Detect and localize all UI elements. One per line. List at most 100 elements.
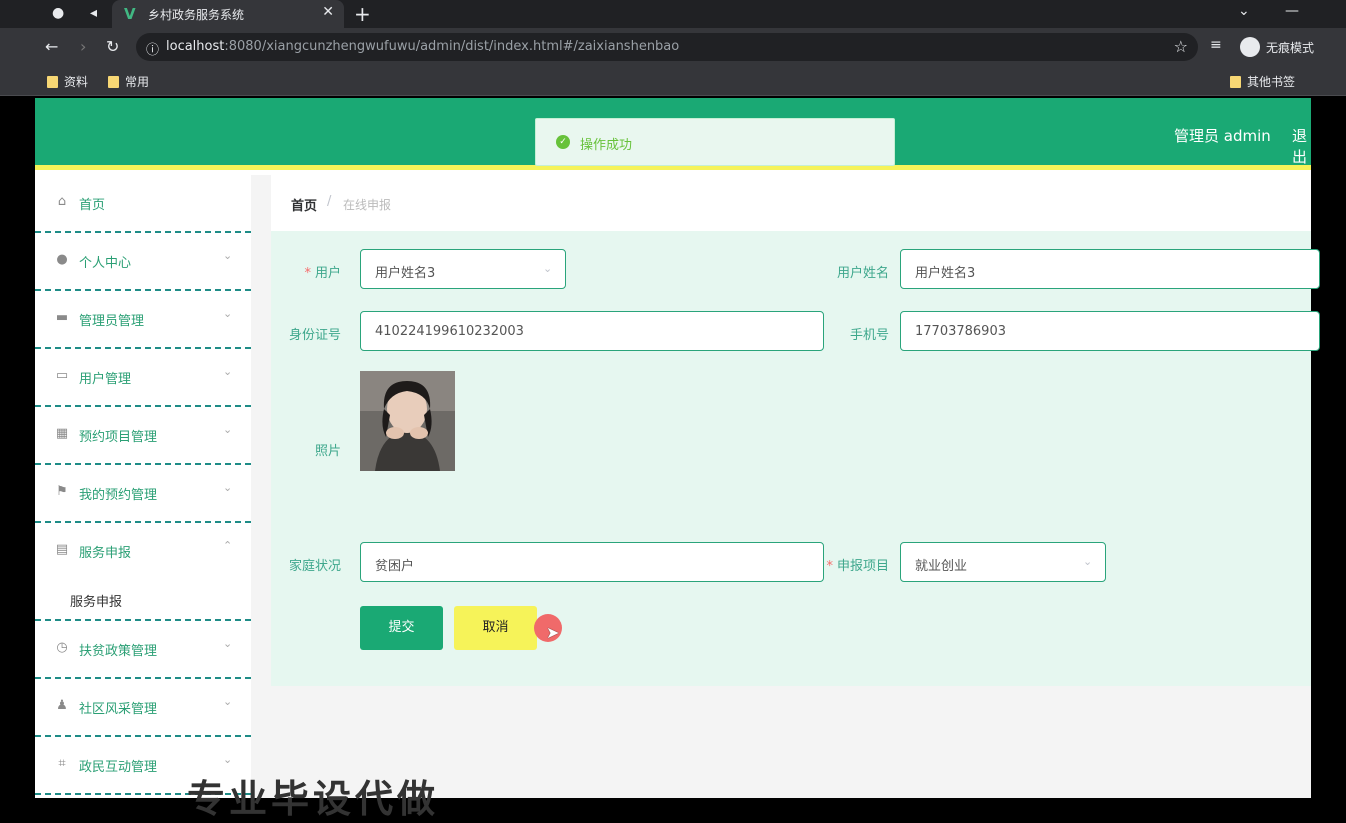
- chevron-down-icon: ⌄: [223, 695, 233, 708]
- sidebar-item-profile[interactable]: ● 个人中心 ⌄: [35, 233, 251, 291]
- folder-icon: [1230, 76, 1241, 88]
- project-select[interactable]: 就业创业 ⌄: [900, 542, 1106, 582]
- sidebar-item-label: 首页: [79, 198, 106, 213]
- id-label: 身份证号: [288, 328, 341, 343]
- bookmark-folder-1[interactable]: 资料: [47, 73, 88, 90]
- submit-button[interactable]: 提交: [360, 606, 443, 650]
- sidebar-item-my-bookings[interactable]: ⚑ 我的预约管理 ⌄: [35, 465, 251, 523]
- chevron-down-icon: ⌄: [223, 423, 233, 436]
- sidebar-item-admin[interactable]: ▬ 管理员管理 ⌄: [35, 291, 251, 349]
- sidebar-item-label: 政民互动管理: [79, 760, 158, 775]
- bookmark-folder-2[interactable]: 常用: [108, 73, 149, 90]
- card-icon: ▭: [55, 368, 69, 383]
- mouse-cursor-icon: ➤: [546, 623, 560, 642]
- chevron-down-icon: ⌄: [1083, 555, 1093, 568]
- url-input[interactable]: ⓘ localhost:8080/xiangcunzhengwufuwu/adm…: [136, 33, 1198, 61]
- name-input-value: 用户姓名3: [915, 266, 976, 281]
- flag-icon: ⚑: [56, 484, 68, 499]
- name-label: 用户姓名: [836, 266, 889, 281]
- sidebar-item-label: 我的预约管理: [79, 488, 158, 503]
- browser-menu-icon[interactable]: ●: [52, 5, 64, 21]
- user-select[interactable]: 用户姓名3 ⌄: [360, 249, 566, 289]
- chevron-down-icon[interactable]: ⌄: [1238, 3, 1250, 19]
- id-input[interactable]: 410224199610232003: [360, 311, 824, 351]
- other-bookmarks[interactable]: 其他书签: [1230, 73, 1295, 90]
- id-input-value: 410224199610232003: [375, 324, 524, 339]
- family-label: 家庭状况: [288, 559, 341, 574]
- bookmark-star-icon[interactable]: ☆: [1174, 37, 1188, 56]
- person-icon: ♟: [56, 698, 68, 713]
- browser-tab-bar: ● ◂ V 乡村政务服务系统 ✕ + ⌄ —: [0, 0, 1346, 28]
- breadcrumb-current: 在线申报: [343, 198, 392, 212]
- sidebar-item-projects[interactable]: ▦ 预约项目管理 ⌄: [35, 407, 251, 465]
- sidebar-item-users[interactable]: ▭ 用户管理 ⌄: [35, 349, 251, 407]
- main-content: 首页 / 在线申报 * 用户 用户姓名3 ⌄ 用户姓名 用户姓名3 身份证号 41…: [251, 175, 1320, 798]
- cancel-button[interactable]: 取消: [454, 606, 537, 650]
- sidebar-item-label: 管理员管理: [79, 314, 145, 329]
- chevron-down-icon: ⌄: [223, 637, 233, 650]
- project-select-value: 就业创业: [915, 559, 968, 574]
- chevron-down-icon: ⌄: [223, 307, 233, 320]
- info-icon[interactable]: ⓘ: [146, 39, 159, 58]
- sidebar-item-label: 服务申报: [79, 546, 132, 561]
- printer-icon: ▬: [55, 310, 69, 325]
- phone-input[interactable]: 17703786903: [900, 311, 1320, 351]
- logout-link[interactable]: 退出: [1292, 125, 1311, 167]
- chevron-down-icon: ⌄: [223, 481, 233, 494]
- clock-icon: ◷: [56, 640, 68, 655]
- home-icon: ⌂: [57, 194, 67, 209]
- family-input-value: 贫困户: [375, 559, 415, 574]
- app-window: ✓ 操作成功 管理员 admin 退出 ⌂ 首页 ● 个人中心 ⌄ ▬ 管理员管…: [35, 98, 1320, 821]
- table-icon: ▤: [55, 542, 69, 557]
- grid-icon: ▦: [55, 426, 69, 441]
- breadcrumb-home[interactable]: 首页: [291, 195, 317, 214]
- portrait-image: [360, 371, 455, 471]
- sidebar-item-home[interactable]: ⌂ 首页: [35, 175, 251, 233]
- chevron-down-icon: ⌄: [223, 365, 233, 378]
- browser-tab[interactable]: V 乡村政务服务系统 ✕: [112, 0, 344, 28]
- reload-icon[interactable]: ↻: [106, 37, 119, 56]
- folder-icon: [47, 76, 58, 88]
- folder-icon: [108, 76, 119, 88]
- reading-list-icon[interactable]: ≡: [1210, 37, 1222, 53]
- tab-close-icon[interactable]: ✕: [322, 4, 334, 20]
- sidebar: ⌂ 首页 ● 个人中心 ⌄ ▬ 管理员管理 ⌄ ▭ 用户管理 ⌄ ▦ 预约项目管…: [35, 175, 251, 798]
- photo-label: 照片: [314, 444, 341, 459]
- user-photo[interactable]: [360, 371, 455, 471]
- phone-label: 手机号: [849, 328, 889, 343]
- success-toast: ✓ 操作成功: [535, 118, 895, 166]
- sidebar-item-label: 预约项目管理: [79, 430, 158, 445]
- sidebar-item-label: 用户管理: [79, 372, 132, 387]
- chevron-down-icon: ⌄: [543, 262, 553, 275]
- forward-icon[interactable]: ›: [80, 37, 86, 56]
- minimize-icon[interactable]: —: [1285, 3, 1299, 19]
- breadcrumb: 首页 / 在线申报: [271, 175, 1311, 231]
- user-label: * 用户: [304, 266, 341, 281]
- submenu-item-service-report[interactable]: 服务申报: [35, 573, 251, 621]
- report-form: * 用户 用户姓名3 ⌄ 用户姓名 用户姓名3 身份证号 410224199610…: [271, 231, 1320, 686]
- incognito-icon: [1240, 37, 1260, 57]
- tab-title: 乡村政务服务系统: [148, 8, 245, 22]
- phone-input-value: 17703786903: [915, 324, 1006, 339]
- incognito-label[interactable]: 无痕模式: [1266, 39, 1314, 56]
- url-text: localhost:8080/xiangcunzhengwufuwu/admin…: [166, 39, 680, 54]
- crop-icon: ⌗: [58, 756, 66, 771]
- name-input[interactable]: 用户姓名3: [900, 249, 1320, 289]
- back-icon[interactable]: ←: [45, 37, 58, 56]
- family-input[interactable]: 贫困户: [360, 542, 824, 582]
- mute-icon[interactable]: ◂: [90, 5, 97, 21]
- user-select-value: 用户姓名3: [375, 266, 436, 281]
- chevron-down-icon: ⌄: [223, 249, 233, 262]
- sidebar-item-poverty-policy[interactable]: ◷ 扶贫政策管理 ⌄: [35, 621, 251, 679]
- project-label: * 申报项目: [826, 559, 889, 574]
- sidebar-item-label: 社区风采管理: [79, 702, 158, 717]
- submenu-label: 服务申报: [70, 595, 123, 610]
- sidebar-item-community[interactable]: ♟ 社区风采管理 ⌄: [35, 679, 251, 737]
- sidebar-item-label: 个人中心: [79, 256, 132, 271]
- vue-logo-icon: V: [124, 5, 136, 23]
- check-icon: ✓: [556, 135, 570, 149]
- sidebar-item-label: 扶贫政策管理: [79, 644, 158, 659]
- new-tab-icon[interactable]: +: [354, 2, 371, 26]
- toast-message: 操作成功: [580, 138, 633, 153]
- bookmarks-bar: 资料 常用 其他书签: [0, 66, 1346, 96]
